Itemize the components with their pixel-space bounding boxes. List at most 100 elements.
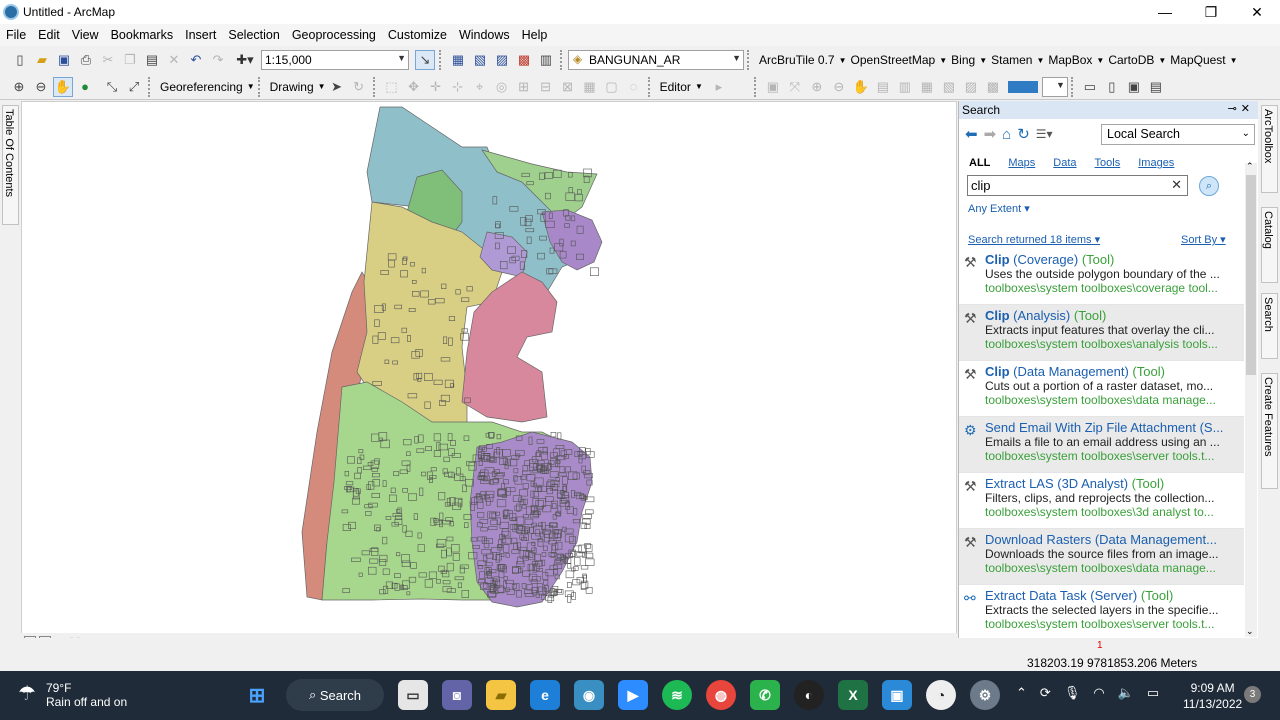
category-all[interactable]: ALL xyxy=(969,157,990,169)
sync-icon[interactable]: ⟳ xyxy=(1040,685,1051,701)
menu-view[interactable]: View xyxy=(66,24,105,46)
georef-tool-4-icon[interactable]: ⊹ xyxy=(448,77,468,97)
editor-toolbar-icon[interactable]: ↘ xyxy=(415,50,435,70)
scrollbar-thumb[interactable] xyxy=(1246,175,1256,375)
arcbrutile-menu[interactable]: ArcBruTile 0.7 xyxy=(755,53,839,67)
phone-app-icon[interactable]: ✆ xyxy=(750,680,780,710)
scroll-up-icon[interactable]: ⌃ xyxy=(1246,161,1254,172)
clock-app-icon[interactable]: ◔ xyxy=(926,680,956,710)
search-options-icon[interactable]: ☰▾ xyxy=(1036,127,1053,141)
result-name[interactable]: Clip xyxy=(985,252,1010,267)
extent-filter[interactable]: Any Extent ▾ xyxy=(968,202,1030,215)
zoom-app-icon[interactable]: ▶ xyxy=(618,680,648,710)
taskbar-clock[interactable]: 9:09 AM 11/13/2022 xyxy=(1183,680,1242,712)
delete-icon[interactable]: ✕ xyxy=(164,50,184,70)
results-scrollbar[interactable]: ⌃ ⌄ xyxy=(1245,161,1257,637)
print-icon[interactable]: ⎙ xyxy=(76,50,96,70)
clear-search-icon[interactable]: ✕ xyxy=(1171,177,1182,193)
georef-tool-7-icon[interactable]: ⊞ xyxy=(514,77,534,97)
redo-icon[interactable]: ↷ xyxy=(208,50,228,70)
refresh-icon[interactable]: ↻ xyxy=(1017,125,1030,143)
bing-menu[interactable]: Bing xyxy=(947,53,979,67)
photos-app-icon[interactable]: ▣ xyxy=(882,680,912,710)
layout-tool-3-icon[interactable]: ⊕ xyxy=(807,77,827,97)
page-layout-3-icon[interactable]: ▣ xyxy=(1124,77,1144,97)
menu-windows[interactable]: Windows xyxy=(453,24,516,46)
cartodb-menu[interactable]: CartoDB xyxy=(1104,53,1158,67)
menu-help[interactable]: Help xyxy=(516,24,554,46)
mapbox-menu[interactable]: MapBox xyxy=(1044,53,1096,67)
toolbar-grip[interactable] xyxy=(148,76,153,97)
category-maps[interactable]: Maps xyxy=(1008,157,1035,169)
georef-tool-3-icon[interactable]: ✛ xyxy=(426,77,446,97)
layout-tool-11-icon[interactable]: ▩ xyxy=(983,77,1003,97)
microphone-icon[interactable]: 🎙 xyxy=(1064,685,1081,701)
toolbar-grip[interactable] xyxy=(747,50,752,70)
stamen-menu[interactable]: Stamen xyxy=(987,53,1036,67)
page-layout-1-icon[interactable]: ▭ xyxy=(1080,77,1100,97)
result-name[interactable]: Download Rasters (Data Management... xyxy=(985,532,1217,547)
menu-edit[interactable]: Edit xyxy=(32,24,66,46)
result-item[interactable]: ⚒ Download Rasters (Data Management... D… xyxy=(959,529,1244,585)
search-input[interactable]: clip ✕ xyxy=(967,175,1188,196)
result-name[interactable]: Clip xyxy=(985,308,1010,323)
georef-tool-6-icon[interactable]: ◎ xyxy=(492,77,512,97)
forward-arrow-icon[interactable]: ➡ xyxy=(984,125,997,143)
save-icon[interactable]: ▣ xyxy=(54,50,74,70)
catalog-tab[interactable]: Catalog xyxy=(1261,207,1278,283)
result-item[interactable]: ⚒ Extract LAS (3D Analyst) (Tool) Filter… xyxy=(959,473,1244,529)
georef-tool-1-icon[interactable]: ⬚ xyxy=(382,77,402,97)
search-window-icon[interactable]: ▧ xyxy=(470,50,490,70)
georef-tool-8-icon[interactable]: ⊟ xyxy=(536,77,556,97)
result-name[interactable]: Extract LAS (3D Analyst) xyxy=(985,476,1128,491)
minimize-button[interactable]: — xyxy=(1142,0,1188,24)
create-features-tab[interactable]: Create Features xyxy=(1261,373,1278,489)
pan-hand-icon[interactable]: ✋ xyxy=(53,76,73,97)
search-tab[interactable]: Search xyxy=(1261,293,1278,359)
toolbar-grip[interactable] xyxy=(257,76,263,97)
maximize-button[interactable]: ❐ xyxy=(1188,0,1234,24)
toolbar-grip[interactable] xyxy=(647,76,653,97)
arccatalog-icon[interactable]: ▦ xyxy=(448,50,468,70)
home-icon[interactable]: ⌂ xyxy=(1002,126,1011,143)
chrome-icon[interactable]: ◍ xyxy=(706,680,736,710)
sort-by-menu[interactable]: Sort By ▾ xyxy=(1181,233,1226,246)
color-swatch[interactable] xyxy=(1007,80,1038,93)
rotate-icon[interactable]: ↻ xyxy=(349,77,369,97)
menu-customize[interactable]: Customize xyxy=(382,24,453,46)
result-item[interactable]: ⚯ Extract Data Task (Server) (Tool) Extr… xyxy=(959,585,1244,635)
battery-icon[interactable]: ▭ xyxy=(1147,685,1159,701)
arctoolbox-tab[interactable]: ArcToolbox xyxy=(1261,105,1278,193)
layout-tool-6-icon[interactable]: ▤ xyxy=(873,77,893,97)
results-count[interactable]: Search returned 18 items ▾ xyxy=(968,233,1100,246)
cut-icon[interactable]: ✂ xyxy=(98,50,118,70)
add-data-icon[interactable]: ✚▾ xyxy=(230,50,260,70)
result-item[interactable]: ⚙ Send Email With Zip File Attachment (S… xyxy=(959,417,1244,473)
obs-studio-icon[interactable]: ◐ xyxy=(794,680,824,710)
result-name[interactable]: Send Email With Zip File Attachment (S..… xyxy=(985,420,1223,435)
color-combo[interactable]: ▼ xyxy=(1041,76,1068,97)
toolbar-grip[interactable] xyxy=(439,50,444,70)
chevron-up-icon[interactable]: ⌃ xyxy=(1016,685,1027,701)
model-builder-icon[interactable]: ▥ xyxy=(536,50,556,70)
georeferencing-menu[interactable]: Georeferencing xyxy=(156,80,247,94)
spotify-icon[interactable]: ≋ xyxy=(662,680,692,710)
georef-tool-11-icon[interactable]: ▢ xyxy=(602,77,622,97)
copy-icon[interactable]: ❐ xyxy=(120,50,140,70)
wifi-icon[interactable]: ◠ xyxy=(1093,685,1104,701)
layout-tool-10-icon[interactable]: ▨ xyxy=(961,77,981,97)
fixed-zoom-out-icon[interactable]: ⤢ xyxy=(124,77,144,97)
georef-tool-5-icon[interactable]: ⌖ xyxy=(470,77,490,97)
category-data[interactable]: Data xyxy=(1053,157,1076,169)
search-go-icon[interactable]: ⌕ xyxy=(1199,176,1219,196)
edge-browser-icon[interactable]: e xyxy=(530,680,560,710)
full-extent-globe-icon[interactable]: ● xyxy=(75,77,95,97)
teams-chat-icon[interactable]: ◙ xyxy=(442,680,472,710)
georef-tool-2-icon[interactable]: ✥ xyxy=(404,77,424,97)
undo-icon[interactable]: ↶ xyxy=(186,50,206,70)
taskbar-search[interactable]: ⌕ Search xyxy=(286,679,384,711)
layout-tool-5-icon[interactable]: ✋ xyxy=(851,77,871,97)
zoom-in-icon[interactable]: ⊕ xyxy=(9,77,29,97)
openstreetmap-menu[interactable]: OpenStreetMap xyxy=(847,53,940,67)
page-layout-4-icon[interactable]: ▤ xyxy=(1146,77,1166,97)
